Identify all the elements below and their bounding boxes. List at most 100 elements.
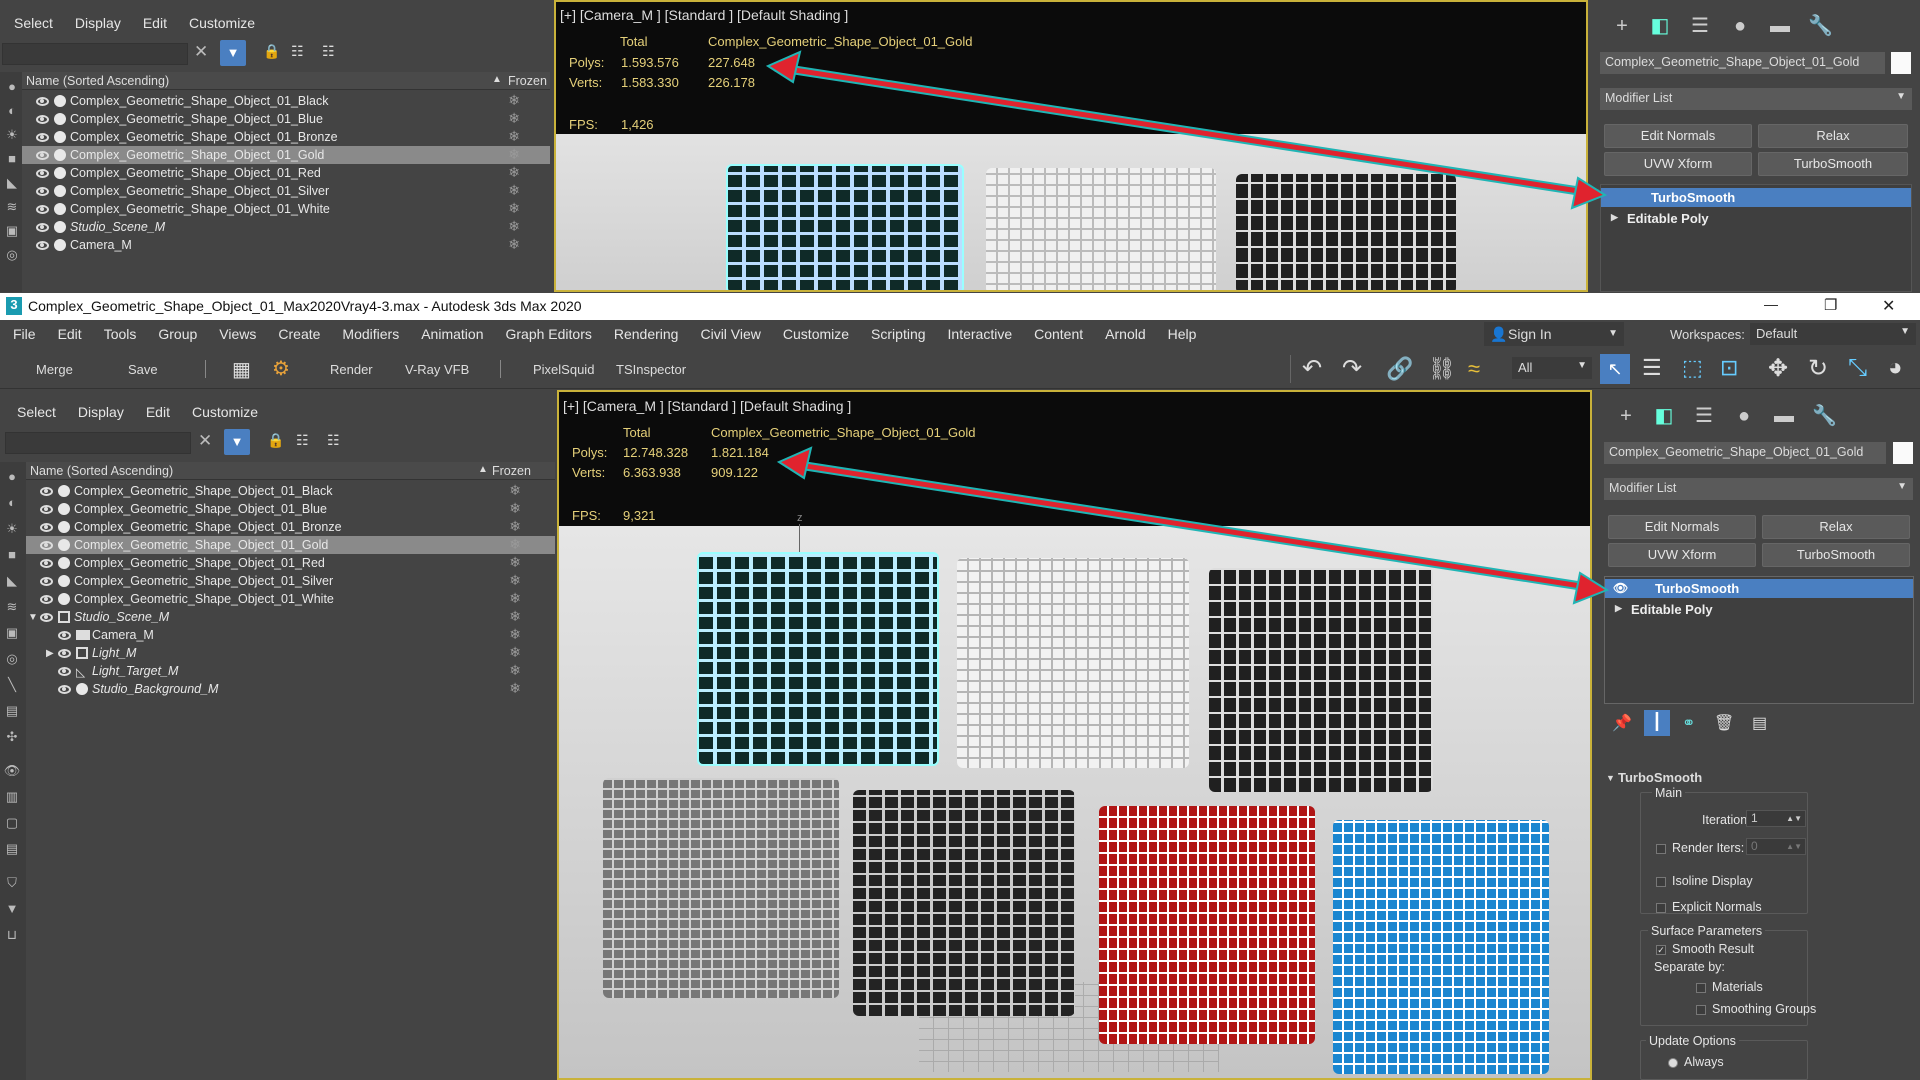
explicit-normals-checkbox[interactable] [1656,902,1666,913]
smooth-result-row[interactable]: ✓ Smooth Result [1656,942,1754,956]
top-search-input[interactable] [2,43,188,65]
side-camera-icon[interactable]: ■ [3,546,21,564]
table-row[interactable]: Complex_Geometric_Shape_Object_01_Silver… [26,572,555,590]
relax-button[interactable]: Relax [1762,515,1910,539]
top-menu-edit[interactable]: Edit [132,9,178,37]
materials-row[interactable]: Materials [1696,980,1763,994]
menu-group[interactable]: Group [147,320,208,348]
remove-modifier-icon[interactable]: 🗑 [1714,713,1734,733]
clear-search-icon[interactable]: ✕ [198,431,212,451]
side-funnel-icon[interactable]: ⛉ [3,874,21,892]
cube-black[interactable] [1209,568,1433,792]
top-object-color-swatch[interactable] [1891,52,1911,74]
undo-icon[interactable]: ↶ [1302,354,1322,383]
visibility-eye-icon[interactable] [58,685,71,694]
table-row[interactable]: Camera_M ❄ [26,626,555,644]
create-tab-icon[interactable]: + [1614,404,1638,428]
visibility-eye-icon[interactable] [58,649,71,658]
table-row[interactable]: Complex_Geometric_Shape_Object_01_Blue ❄ [26,500,555,518]
visibility-eye-icon[interactable] [58,631,71,640]
freeze-snowflake-icon[interactable]: ❄ [509,572,521,589]
side-spacewarp-icon[interactable]: ≋ [3,598,21,616]
visibility-eye-icon[interactable] [36,223,49,232]
top-hierarchy-tab-icon[interactable]: ☰ [1688,14,1712,38]
turbosmooth-button[interactable]: TurboSmooth [1762,543,1910,567]
workspace-select[interactable]: Default ▼ [1750,323,1916,345]
top-column-header[interactable]: Name (Sorted Ascending) ▲ Frozen [22,72,550,90]
top-cube-gold[interactable] [726,164,964,290]
unlink-icon[interactable]: ⛓ [1428,356,1456,382]
top-side-group-icon[interactable]: ▣ [3,222,21,240]
top-modifier-list[interactable]: Modifier List ▼ [1600,88,1912,110]
iterations-spinner[interactable]: 1 ▲▼ [1746,810,1806,827]
freeze-snowflake-icon[interactable]: ❄ [508,164,520,181]
render-teapot-icon[interactable]: ⚙ [272,356,290,381]
top-menu-display[interactable]: Display [64,9,132,37]
top-turbosmooth-button[interactable]: TurboSmooth [1758,152,1908,176]
stack-item-editable-poly[interactable]: ▶ Editable Poly [1605,600,1913,619]
freeze-snowflake-icon[interactable]: ❄ [509,554,521,571]
visibility-eye-icon[interactable] [40,559,53,568]
table-row[interactable]: ◺ Light_Target_M ❄ [26,662,555,680]
top-uvw-xform-button[interactable]: UVW Xform [1604,152,1752,176]
menu-arnold[interactable]: Arnold [1094,320,1156,348]
table-row[interactable]: Complex_Geometric_Shape_Object_01_Black ❄ [22,92,550,110]
table-row[interactable]: Studio_Scene_M ❄ [22,218,550,236]
explorer-column-header[interactable]: Name (Sorted Ascending) ▲ Frozen [26,462,555,480]
top-menu-select[interactable]: Select [3,9,64,37]
menu-help[interactable]: Help [1157,320,1208,348]
side-filter-icon[interactable]: ▼ [3,900,21,918]
viewport-label[interactable]: [+] [Camera_M ] [Standard ] [Default Sha… [563,398,851,414]
freeze-snowflake-icon[interactable]: ❄ [508,146,520,163]
visibility-eye-icon[interactable] [58,667,71,676]
top-cube-white[interactable] [986,168,1216,290]
rollout-collapse-icon[interactable]: ▼ [1606,773,1615,783]
freeze-snowflake-icon[interactable]: ❄ [508,200,520,217]
window-crossing-icon[interactable]: ⊡ [1720,355,1738,381]
table-row[interactable]: Complex_Geometric_Shape_Object_01_Red ❄ [22,164,550,182]
explorer-search-input[interactable] [5,432,191,454]
top-side-xref-icon[interactable]: ◎ [3,246,21,264]
rollout-title[interactable]: TurboSmooth [1618,770,1702,785]
menu-views[interactable]: Views [208,320,267,348]
table-row[interactable]: Studio_Background_M ❄ [26,680,555,698]
top-edit-normals-button[interactable]: Edit Normals [1604,124,1752,148]
make-unique-icon[interactable]: ⚭ [1682,713,1695,733]
expander-icon[interactable]: ▶ [46,648,54,659]
visibility-eye-icon[interactable] [40,505,53,514]
side-particle-icon[interactable]: ✣ [3,728,21,746]
freeze-snowflake-icon[interactable]: ❄ [508,218,520,235]
main-viewport[interactable]: [+] [Camera_M ] [Standard ] [Default Sha… [557,390,1592,1080]
top-clear-search-icon[interactable]: ✕ [194,42,208,62]
utilities-tab-icon[interactable]: 🔧 [1812,404,1837,428]
table-row[interactable]: Camera_M ❄ [22,236,550,254]
menu-animation[interactable]: Animation [410,320,494,348]
menu-create[interactable]: Create [267,320,331,348]
visibility-eye-icon[interactable] [36,133,49,142]
placement-icon[interactable]: ◕ [1888,354,1903,382]
isoline-checkbox[interactable] [1656,876,1666,887]
scale-icon[interactable]: ⤡ [1848,354,1867,382]
object-name-field[interactable]: Complex_Geometric_Shape_Object_01_Gold [1604,442,1886,464]
always-row[interactable]: Always [1668,1055,1724,1069]
render-setup-icon[interactable]: ▦ [232,357,251,382]
side-page-icon[interactable]: ▢ [3,814,21,832]
side-shape-icon[interactable]: ◐ [3,494,21,512]
expander-icon[interactable]: ▼ [28,612,38,623]
table-row[interactable]: Complex_Geometric_Shape_Object_01_Gold ❄ [26,536,555,554]
selection-filter[interactable]: All ▼ [1512,357,1592,379]
table-row[interactable]: Complex_Geometric_Shape_Object_01_Bronze… [22,128,550,146]
table-row[interactable]: Complex_Geometric_Shape_Object_01_Red ❄ [26,554,555,572]
freeze-snowflake-icon[interactable]: ❄ [509,662,521,679]
freeze-snowflake-icon[interactable]: ❄ [509,608,521,625]
menu-graph-editors[interactable]: Graph Editors [494,320,602,348]
top-side-shape-icon[interactable]: ◐ [3,102,21,120]
freeze-snowflake-icon[interactable]: ❄ [508,110,520,127]
hierarchy-tab-icon[interactable]: ☰ [1692,404,1716,428]
visibility-eye-icon[interactable] [40,613,53,622]
top-lock-icon[interactable]: 🔒 [263,43,280,60]
show-end-result-icon[interactable]: ┃ [1644,710,1670,736]
side-helper-icon[interactable]: ◣ [3,572,21,590]
visibility-eye-icon[interactable] [36,151,49,160]
side-display-icon[interactable]: 👁 [3,762,21,780]
